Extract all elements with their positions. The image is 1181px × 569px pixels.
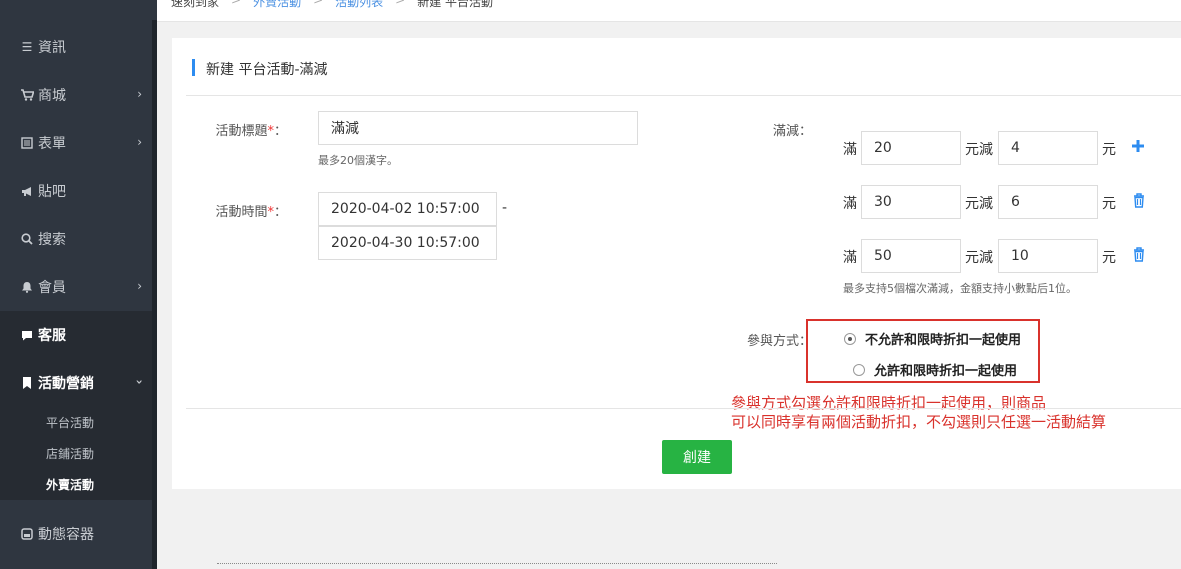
sidebar: ☰ 資訊 商城 › 表單 › 貼吧 搜索 會員 › 客服 活動營銷 › 平台活動… [0, 0, 157, 569]
header-divider [186, 95, 1181, 96]
radio-unselected-icon[interactable] [853, 363, 865, 376]
sidebar-item-marketing[interactable]: 活動營銷 › [0, 359, 152, 407]
sidebar-item-label: 資訊 [38, 40, 66, 56]
participation-option-label: 允許和限時折扣一起使用 [874, 364, 1018, 379]
sidebar-scrollbar[interactable] [152, 20, 157, 569]
start-time-input[interactable]: 2020-04-02 10:57:00 [318, 192, 497, 226]
search-icon [20, 233, 34, 245]
tier-prefix: 滿 [843, 142, 857, 158]
add-tier-icon[interactable] [1130, 138, 1146, 154]
activity-time-label: 活動時間*： [215, 205, 287, 220]
chevron-down-icon: › [132, 379, 147, 385]
participation-option-allow[interactable]: 允許和限時折扣一起使用 [853, 360, 1017, 379]
bookmark-icon [20, 377, 34, 389]
tier-prefix: 滿 [843, 196, 857, 212]
sidebar-sub-item-takeout[interactable]: 外賣活動 [0, 469, 152, 500]
list-icon: ☰ [21, 40, 33, 54]
tier-middle: 元減 [965, 196, 993, 212]
sidebar-item-forum[interactable]: 貼吧 [0, 167, 152, 215]
breadcrumb: 速刻到家 > 外賣活動 > 活動列表 > 新建 平台活動 [171, 0, 493, 10]
create-button[interactable]: 創建 [662, 440, 732, 474]
tier-3-threshold-input[interactable]: 50 [861, 239, 961, 273]
cart-icon [20, 89, 34, 101]
chevron-right-icon: › [137, 87, 142, 101]
chevron-right-icon: › [137, 135, 142, 149]
megaphone-icon [20, 186, 34, 197]
tier-3-reduce-input[interactable]: 10 [998, 239, 1098, 273]
breadcrumb-separator: > [231, 0, 242, 7]
tier-middle: 元減 [965, 142, 993, 158]
trash-icon[interactable] [1132, 192, 1146, 208]
sidebar-item-label: 商城 [38, 88, 66, 104]
tier-suffix: 元 [1102, 250, 1116, 266]
sidebar-item-label: 會員 [38, 280, 66, 296]
radio-selected-icon[interactable] [844, 332, 856, 345]
activity-title-help: 最多20個漢字。 [318, 154, 398, 167]
annotation-note: 參與方式勾選允許和限時折扣一起使用，則商品 可以同時享有兩個活動折扣，不勾選則只… [731, 394, 1171, 432]
sidebar-item-label: 客服 [38, 328, 66, 344]
sidebar-item-mall[interactable]: 商城 › [0, 71, 152, 119]
sidebar-item-form[interactable]: 表單 › [0, 119, 152, 167]
tier-1-reduce-input[interactable]: 4 [998, 131, 1098, 165]
activity-title-input[interactable]: 滿減 [318, 111, 638, 145]
sidebar-item-label: 搜索 [38, 232, 66, 248]
participation-label: 參與方式： [746, 334, 812, 349]
footer-divider [186, 408, 1181, 409]
trash-icon[interactable] [1132, 246, 1146, 262]
breadcrumb-item-current: 新建 平台活動 [417, 0, 494, 9]
tier-2-threshold-input[interactable]: 30 [861, 185, 961, 219]
sidebar-sub-item-store[interactable]: 店鋪活動 [0, 438, 152, 469]
breadcrumb-item-list[interactable]: 活動列表 [335, 0, 383, 10]
container-icon [20, 528, 34, 540]
sidebar-item-label: 表單 [38, 136, 66, 152]
sidebar-sub-item-platform[interactable]: 平台活動 [0, 407, 152, 438]
sidebar-item-label: 活動營銷 [38, 376, 94, 392]
sidebar-item-info[interactable]: ☰ 資訊 [0, 23, 152, 71]
breadcrumb-item-takeout[interactable]: 外賣活動 [253, 0, 301, 10]
sidebar-item-label: 貼吧 [38, 184, 66, 200]
annotation-line-2: 可以同時享有兩個活動折扣，不勾選則只任選一活動結算 [731, 413, 1107, 431]
form-icon [20, 137, 34, 149]
tier-suffix: 元 [1102, 142, 1116, 158]
bell-icon [20, 281, 34, 293]
bottom-strip [157, 560, 1181, 569]
breadcrumb-separator: > [313, 0, 324, 7]
tier-suffix: 元 [1102, 196, 1116, 212]
bottom-dotted-line [217, 563, 777, 568]
activity-title-label: 活動標題*： [215, 124, 287, 139]
discount-label: 滿減： [772, 124, 812, 139]
breadcrumb-bar: 速刻到家 > 外賣活動 > 活動列表 > 新建 平台活動 [157, 0, 1181, 22]
form-card: 新建 平台活動-滿減 活動標題*： 滿減 最多20個漢字。 活動時間*： 202… [172, 38, 1181, 489]
page-title: 新建 平台活動-滿減 [206, 62, 328, 78]
chevron-right-icon: › [137, 279, 142, 293]
sidebar-item-search[interactable]: 搜索 [0, 215, 152, 263]
breadcrumb-item-home[interactable]: 速刻到家 [171, 0, 219, 10]
title-accent-bar [192, 59, 195, 76]
participation-option-label: 不允許和限時折扣一起使用 [865, 333, 1022, 348]
sidebar-item-label: 動態容器 [38, 527, 94, 543]
end-time-input[interactable]: 2020-04-30 10:57:00 [318, 226, 497, 260]
sidebar-item-container[interactable]: 動態容器 [0, 510, 152, 558]
tier-2-reduce-input[interactable]: 6 [998, 185, 1098, 219]
sidebar-item-member[interactable]: 會員 › [0, 263, 152, 311]
breadcrumb-separator: > [395, 0, 406, 7]
tier-1-threshold-input[interactable]: 20 [861, 131, 961, 165]
participation-option-disallow[interactable]: 不允許和限時折扣一起使用 [844, 329, 1021, 348]
discount-help: 最多支持5個檔次滿減，金額支持小數點后1位。 [843, 282, 1077, 295]
tier-prefix: 滿 [843, 250, 857, 266]
chat-icon [20, 330, 34, 341]
annotation-line-1: 參與方式勾選允許和限時折扣一起使用，則商品 [731, 394, 1047, 412]
card-header: 新建 平台活動-滿減 [172, 38, 1181, 94]
tier-middle: 元減 [965, 250, 993, 266]
sidebar-item-service[interactable]: 客服 [0, 311, 152, 359]
time-range-dash: - [502, 200, 508, 216]
